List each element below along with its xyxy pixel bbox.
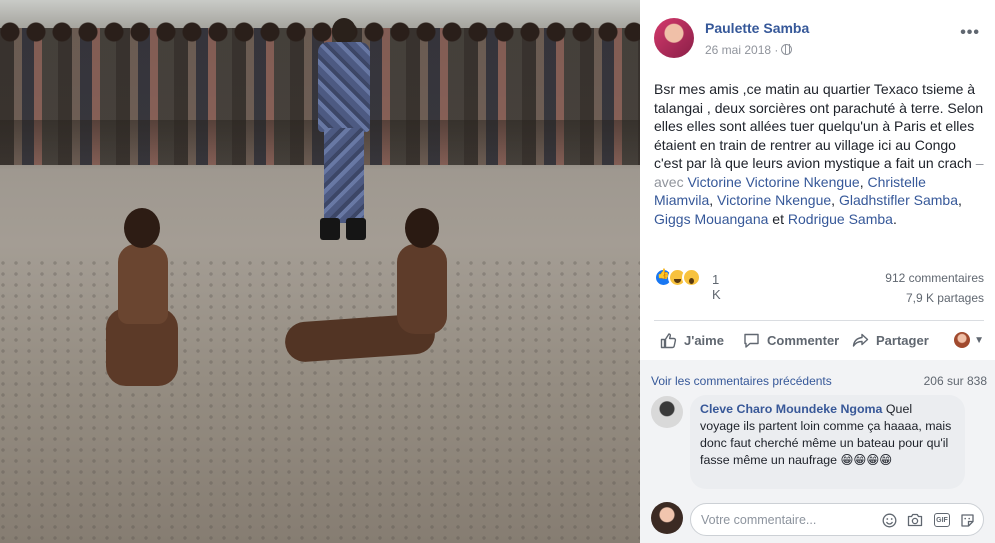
comment-button[interactable]: Commenter: [742, 328, 839, 352]
gif-icon[interactable]: GIF: [934, 513, 950, 527]
tag-separator: ,: [709, 192, 718, 208]
thumbs-up-icon: [659, 331, 677, 349]
share-button[interactable]: Partager: [851, 328, 929, 352]
author-avatar[interactable]: [654, 18, 694, 58]
comments-progress: 206 sur 838: [923, 374, 987, 388]
author-name[interactable]: Paulette Samba: [705, 20, 809, 36]
share-arrow-icon: [851, 331, 869, 349]
camera-icon[interactable]: [907, 512, 923, 528]
post-header: Paulette Samba 26 mai 2018 · •••: [654, 14, 984, 64]
tag-end: .: [892, 210, 897, 227]
tag-separator: ,: [958, 192, 962, 208]
tagged-user[interactable]: Victorine Victorine Nkengue: [687, 174, 859, 190]
commenter-avatar[interactable]: [651, 396, 683, 428]
public-globe-icon: [781, 44, 792, 55]
tagged-user[interactable]: Rodrigue Samba: [788, 211, 893, 227]
comments-section: Voir les commentaires précédents 206 sur…: [640, 360, 995, 543]
reaction-as-selector[interactable]: ▼: [954, 332, 984, 348]
post-panel: Paulette Samba 26 mai 2018 · ••• Bsr mes…: [640, 0, 995, 543]
shares-count[interactable]: 7,9 K partages: [906, 291, 984, 305]
speech-bubble-icon: [742, 331, 760, 349]
reaction-count: 1 K: [712, 272, 721, 302]
comment-input-box[interactable]: GIF: [690, 503, 984, 536]
comment-label: Commenter: [767, 332, 840, 348]
view-previous-comments-link[interactable]: Voir les commentaires précédents: [651, 374, 832, 388]
seated-person-right: [283, 208, 460, 378]
comment-bubble: Cleve Charo Moundeke Ngoma Quel voyage i…: [690, 395, 965, 489]
wow-reaction-icon: [682, 268, 701, 287]
divider: [654, 320, 984, 321]
action-bar: J'aime Commenter Partager ▼: [654, 324, 984, 356]
seated-person-left: [100, 208, 184, 386]
commenter-name[interactable]: Cleve Charo Moundeke Ngoma: [700, 402, 882, 416]
comments-count[interactable]: 912 commentaires: [885, 271, 984, 285]
tag-and: et: [768, 210, 788, 227]
tagged-user[interactable]: Giggs Mouangana: [654, 211, 768, 227]
emoji-icon[interactable]: [881, 512, 897, 528]
caret-down-icon: ▼: [974, 334, 984, 346]
tag-separator: ,: [859, 173, 868, 190]
sticker-icon[interactable]: [959, 512, 975, 528]
tag-separator: ,: [831, 192, 839, 208]
share-label: Partager: [876, 332, 929, 348]
user-avatar: [651, 502, 683, 534]
tagged-user[interactable]: Gladhstifler Samba: [839, 192, 958, 208]
post-text: Bsr mes amis ,ce matin au quartier Texac…: [654, 80, 984, 228]
post-body: Bsr mes amis ,ce matin au quartier Texac…: [654, 81, 984, 171]
comment-input[interactable]: [691, 504, 871, 535]
post-date[interactable]: 26 mai 2018 ·: [705, 43, 778, 57]
more-options-icon[interactable]: •••: [960, 24, 980, 42]
current-user-avatar: [954, 332, 971, 348]
post-stats: 1 K 912 commentaires 7,9 K partages: [654, 266, 984, 312]
like-button[interactable]: J'aime: [659, 328, 724, 352]
like-label: J'aime: [684, 332, 724, 348]
uniformed-officer: [312, 18, 374, 240]
post-photo[interactable]: [0, 0, 640, 543]
tagged-user[interactable]: Victorine Nkengue: [717, 192, 831, 208]
